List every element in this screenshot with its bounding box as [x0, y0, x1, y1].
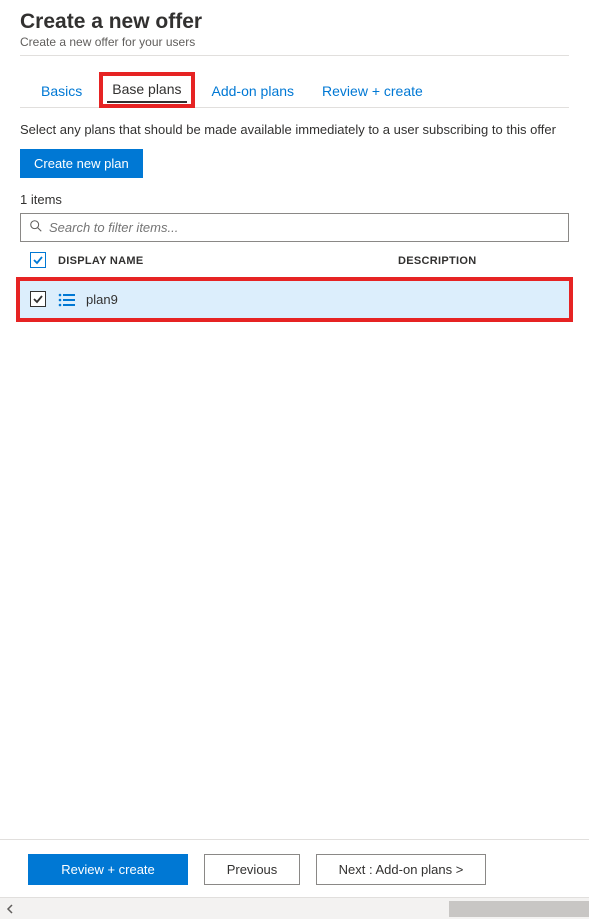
item-count-label: 1 items — [20, 178, 569, 213]
horizontal-scrollbar[interactable] — [0, 897, 589, 919]
plan-list-icon — [58, 292, 76, 308]
next-button[interactable]: Next : Add-on plans > — [316, 854, 486, 885]
review-create-button[interactable]: Review + create — [28, 854, 188, 885]
table-row[interactable]: plan9 — [20, 281, 569, 318]
tab-basics[interactable]: Basics — [30, 76, 93, 107]
previous-button[interactable]: Previous — [204, 854, 300, 885]
list-header-row: DISPLAY NAME DESCRIPTION — [20, 242, 569, 277]
search-icon — [29, 219, 49, 236]
page-subtitle: Create a new offer for your users — [20, 35, 569, 49]
scroll-track[interactable] — [22, 898, 589, 920]
tab-bar: Basics Base plans Add-on plans Review + … — [20, 56, 569, 108]
footer-bar: Review + create Previous Next : Add-on p… — [0, 839, 589, 897]
search-box[interactable] — [20, 213, 569, 242]
tab-review-create[interactable]: Review + create — [311, 76, 434, 107]
tab-base-plans[interactable]: Base plans — [99, 72, 194, 108]
instruction-text: Select any plans that should be made ava… — [20, 108, 569, 149]
row-checkbox[interactable] — [30, 291, 46, 308]
scroll-left-arrow[interactable] — [0, 898, 22, 920]
column-description[interactable]: DESCRIPTION — [398, 255, 476, 267]
select-all-checkbox[interactable] — [30, 252, 46, 269]
row-display-name: plan9 — [86, 292, 118, 307]
scroll-thumb[interactable] — [449, 901, 589, 917]
page-title: Create a new offer — [20, 10, 569, 34]
search-input[interactable] — [49, 220, 560, 235]
column-display-name[interactable]: DISPLAY NAME — [58, 255, 398, 267]
tab-addon-plans[interactable]: Add-on plans — [201, 76, 306, 107]
page-header: Create a new offer Create a new offer fo… — [20, 10, 569, 56]
highlighted-row-marker: plan9 — [16, 277, 573, 322]
create-new-plan-button[interactable]: Create new plan — [20, 149, 143, 178]
